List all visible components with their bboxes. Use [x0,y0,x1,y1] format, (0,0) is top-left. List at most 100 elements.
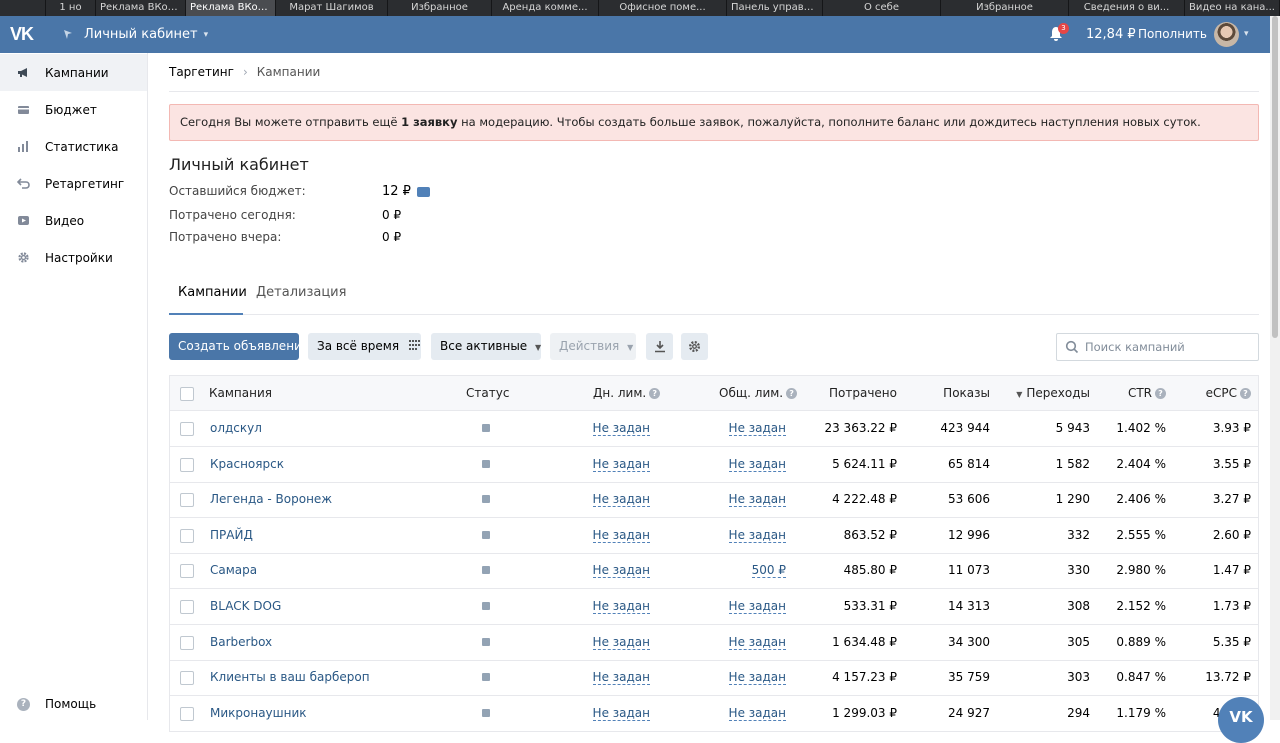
table-row[interactable]: ПРАЙД Не задан Не задан 863.52 ₽ 12 996 332 2.… [169,517,1259,554]
day-limit-cell[interactable]: Не задан [592,482,650,517]
day-limit-cell[interactable]: Не задан [592,696,650,731]
cabinet-switcher[interactable]: Личный кабинет ▾ [62,16,208,53]
row-checkbox[interactable] [180,600,194,614]
browser-tab[interactable]: Видео на кана... [1185,0,1280,16]
column-header-ctr[interactable]: CTR? [1128,376,1166,410]
sidebar-item-video[interactable]: Видео [0,202,147,239]
row-checkbox[interactable] [180,457,194,472]
day-limit-cell[interactable]: Не задан [592,447,650,482]
total-limit-cell[interactable]: Не задан [728,660,786,695]
tab-campaigns[interactable]: Кампании [169,279,247,315]
total-limit-value[interactable]: Не задан [728,599,786,614]
total-limit-value[interactable]: Не задан [728,457,786,472]
column-header-status[interactable]: Статус [466,376,509,410]
page-scrollbar[interactable] [1270,16,1280,720]
column-header-total-limit[interactable]: Общ. лим.? [719,376,798,410]
total-limit-value[interactable]: Не задан [728,670,786,686]
day-limit-value[interactable]: Не задан [592,563,650,579]
day-limit-value[interactable]: Не задан [592,421,650,436]
total-limit-cell[interactable]: Не задан [728,518,786,553]
sidebar-item-stats[interactable]: Статистика [0,128,147,165]
breadcrumb-parent[interactable]: Таргетинг [169,65,234,79]
column-header-impressions[interactable]: Показы [943,376,990,410]
tab-details[interactable]: Детализация [256,279,346,315]
campaign-name-link[interactable]: Красноярск [210,447,284,482]
table-row[interactable]: Barberbox Не задан Не задан 1 634.48 ₽ 34 30… [169,624,1259,661]
day-limit-value[interactable]: Не задан [592,528,650,543]
row-checkbox[interactable] [180,671,194,686]
status-filter-select[interactable]: Все активные ▼ [431,333,541,360]
vk-logo[interactable]: VK [10,24,38,44]
campaign-name-link[interactable]: Микронаушник [210,696,307,731]
table-row[interactable]: Микронаушник Не задан Не задан 1 299.03 ₽ 24… [169,695,1259,732]
sidebar-item-retargeting[interactable]: Ретаргетинг [0,165,147,202]
browser-tab[interactable]: Панель управл... [727,0,823,16]
browser-tab[interactable]: О себе [823,0,941,16]
day-limit-value[interactable]: Не задан [592,706,650,721]
total-limit-value[interactable]: Не задан [728,492,786,508]
browser-tab[interactable]: Аренда комме... [492,0,599,16]
total-limit-cell[interactable]: Не задан [728,696,786,731]
browser-tab[interactable]: Офисное поме... [599,0,727,16]
row-checkbox[interactable] [180,528,194,543]
row-checkbox[interactable] [180,706,194,721]
day-limit-cell[interactable]: Не задан [592,625,650,660]
day-limit-value[interactable]: Не задан [592,492,650,508]
column-header-day-limit[interactable]: Дн. лим.? [593,376,661,410]
scroll-thumb[interactable] [1272,16,1278,338]
day-limit-cell[interactable]: Не задан [592,660,650,695]
day-limit-value[interactable]: Не задан [592,599,650,614]
browser-tab-active[interactable]: Реклама ВКон... [186,0,276,16]
table-row[interactable]: Легенда - Воронеж Не задан Не задан 4 222.4… [169,482,1259,519]
total-limit-cell[interactable]: Не задан [728,447,786,482]
topup-link[interactable]: Пополнить [1138,16,1207,53]
help-link[interactable]: ? Помощь [17,697,96,711]
day-limit-value[interactable]: Не задан [592,670,650,686]
column-header-ecpc[interactable]: eCPC? [1206,376,1251,410]
help-icon[interactable]: ? [786,388,798,399]
wallet-icon[interactable] [417,187,430,197]
column-header-clicks[interactable]: ▼ Переходы [1016,376,1090,412]
campaign-name-link[interactable]: BLACK DOG [210,589,281,624]
browser-tab[interactable]: Избранное [941,0,1069,16]
period-select[interactable]: За всё время [308,333,421,360]
sidebar-item-settings[interactable]: Настройки [0,239,147,276]
row-checkbox[interactable] [180,564,194,579]
day-limit-cell[interactable]: Не задан [592,553,650,588]
help-icon[interactable]: ? [1240,388,1251,399]
campaign-name-link[interactable]: олдскул [210,411,262,446]
total-limit-value[interactable]: Не задан [728,421,786,436]
browser-tab[interactable]: 1 но [46,0,96,16]
browser-tab[interactable]: Сведения о ви... [1069,0,1185,16]
table-row[interactable]: олдскул Не задан Не задан 23 363.22 ₽ 423 94… [169,411,1259,447]
total-limit-cell[interactable]: 500 ₽ [751,553,786,588]
total-limit-cell[interactable]: Не задан [728,482,786,517]
day-limit-value[interactable]: Не задан [592,457,650,472]
help-icon[interactable]: ? [1155,388,1166,399]
search-input[interactable] [1085,334,1255,360]
day-limit-cell[interactable]: Не задан [592,411,650,446]
total-limit-cell[interactable]: Не задан [728,411,786,446]
browser-tab[interactable]: Избранное [388,0,492,16]
row-checkbox[interactable] [180,493,194,508]
day-limit-cell[interactable]: Не задан [592,518,650,553]
browser-tab[interactable]: Марат Шагимов [276,0,388,16]
campaign-name-link[interactable]: ПРАЙД [210,518,253,553]
column-header-spent[interactable]: Потрачено [829,376,897,410]
table-row[interactable]: Клиенты в ваш барбероп Не задан Не задан 4 … [169,660,1259,697]
row-checkbox[interactable] [180,422,194,436]
total-limit-value[interactable]: Не задан [728,706,786,721]
table-row[interactable]: Самара Не задан 500 ₽ 485.80 ₽ 11 073 330 2.98… [169,553,1259,590]
search-field[interactable] [1056,333,1259,361]
download-button[interactable] [646,333,673,360]
row-checkbox[interactable] [180,635,194,650]
create-ad-button[interactable]: Создать объявление [169,333,309,360]
campaign-name-link[interactable]: Клиенты в ваш барбероп [210,660,370,695]
table-row[interactable]: Красноярск Не задан Не задан 5 624.11 ₽ 65 8… [169,446,1259,483]
sidebar-item-budget[interactable]: Бюджет [0,91,147,128]
select-all-checkbox[interactable] [180,387,194,401]
total-limit-cell[interactable]: Не задан [728,589,786,624]
day-limit-cell[interactable]: Не задан [592,589,650,624]
column-header-campaign[interactable]: Кампания [209,376,272,410]
total-limit-value[interactable]: Не задан [728,528,786,543]
